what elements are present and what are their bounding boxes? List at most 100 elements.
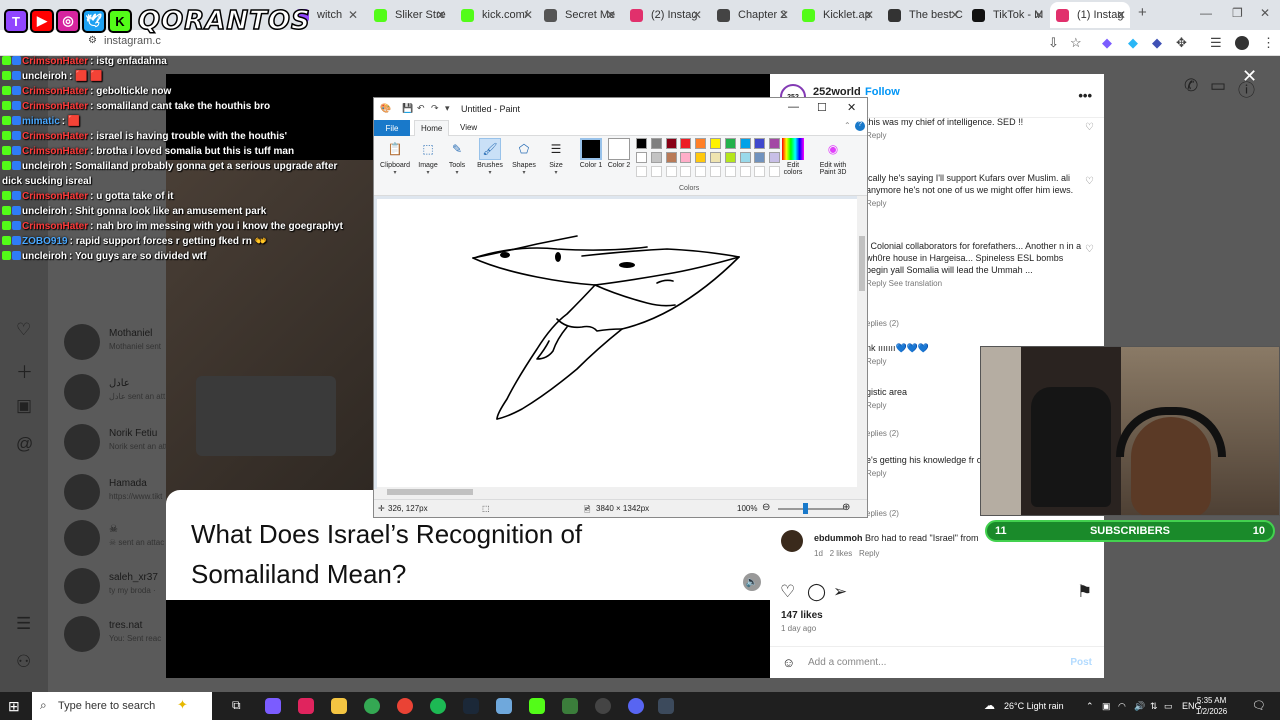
comment-input[interactable]: Add a comment... bbox=[808, 657, 886, 668]
color2-button[interactable]: Color 2 bbox=[606, 138, 632, 169]
comment-icon[interactable]: ◯ bbox=[807, 582, 826, 602]
custom-color-slot[interactable] bbox=[710, 166, 721, 177]
custom-color-slot[interactable] bbox=[724, 166, 736, 177]
like-comment-icon[interactable]: ♡ bbox=[1085, 244, 1094, 255]
color-swatch[interactable] bbox=[665, 138, 677, 149]
kick-icon[interactable] bbox=[529, 698, 545, 714]
edit-colors-button[interactable]: Edit colors bbox=[778, 138, 808, 176]
obs-icon[interactable] bbox=[595, 698, 611, 714]
chat-username[interactable]: CrimsonHater bbox=[22, 86, 88, 97]
tray-overflow-icon[interactable]: ⌃ bbox=[1086, 701, 1094, 712]
notifications-icon[interactable]: 🗨 bbox=[1252, 699, 1266, 712]
tab-secret[interactable]: Secret Me ✕ bbox=[538, 2, 620, 28]
new-tab-icon[interactable]: + bbox=[1138, 4, 1147, 21]
taskbar-search[interactable]: ⌕ Type here to search ✦ bbox=[32, 692, 212, 720]
minimize-icon[interactable]: — bbox=[788, 101, 799, 113]
clipboard-button[interactable]: 📋 Clipboard ▾ bbox=[378, 138, 412, 176]
network-icon[interactable]: ⇅ bbox=[1150, 701, 1158, 712]
file-explorer-icon[interactable] bbox=[331, 698, 347, 714]
chat-username[interactable]: uncleiroh bbox=[22, 206, 67, 217]
color1-button[interactable]: Color 1 bbox=[578, 138, 604, 169]
size-button[interactable]: ☰ Size ▾ bbox=[543, 138, 569, 176]
close-icon[interactable]: ✕ bbox=[523, 8, 533, 22]
emoji-icon[interactable]: ☺ bbox=[782, 655, 795, 670]
puzzle-icon[interactable]: ✥ bbox=[1176, 35, 1187, 51]
save-bookmark-icon[interactable]: ⚑ bbox=[1077, 582, 1092, 602]
list-item[interactable]: ☠ ☠ sent an attac bbox=[56, 516, 176, 564]
maximize-icon[interactable]: ☐ bbox=[817, 101, 827, 114]
windows-start-icon[interactable]: ⊞ bbox=[8, 698, 20, 715]
color-swatch[interactable] bbox=[739, 152, 751, 163]
close-icon[interactable]: ✕ bbox=[1116, 8, 1126, 22]
chat-username[interactable]: uncleiroh bbox=[22, 71, 67, 82]
color-swatch[interactable] bbox=[695, 152, 707, 163]
color-swatch[interactable] bbox=[724, 152, 736, 163]
steam-icon[interactable] bbox=[463, 698, 479, 714]
discord-icon[interactable] bbox=[628, 698, 644, 714]
color-swatch[interactable] bbox=[724, 138, 736, 149]
list-item[interactable]: Hamada https://www.tikt bbox=[56, 470, 176, 518]
custom-color-slot[interactable] bbox=[754, 166, 766, 177]
chat-username[interactable]: CrimsonHater bbox=[22, 146, 88, 157]
scrollbar-thumb[interactable] bbox=[387, 489, 473, 495]
chat-username[interactable]: uncleiroh bbox=[22, 251, 67, 262]
extension-icon[interactable]: ◆ bbox=[1102, 35, 1112, 51]
reading-list-icon[interactable]: ☰ bbox=[1210, 35, 1222, 51]
collapse-ribbon-icon[interactable]: ⌃ bbox=[844, 121, 851, 130]
scrollbar-thumb[interactable] bbox=[859, 236, 865, 291]
redo-icon[interactable]: ↷ bbox=[431, 103, 439, 114]
color-swatch[interactable] bbox=[754, 152, 766, 163]
taskbar-clock[interactable]: 5:35 AM 1/2/2026 bbox=[1196, 695, 1227, 717]
battery-icon[interactable]: ▭ bbox=[1164, 701, 1173, 712]
volume-icon[interactable]: 🔊 bbox=[1134, 701, 1145, 712]
app-icon[interactable] bbox=[496, 698, 512, 714]
profile-avatar[interactable] bbox=[1235, 36, 1249, 50]
app-icon[interactable] bbox=[298, 698, 314, 714]
tab-sliker[interactable]: Sliker Stre ✕ bbox=[368, 2, 450, 28]
zoom-in-icon[interactable]: ⊕ bbox=[842, 502, 850, 513]
task-view-icon[interactable]: ⧉ bbox=[232, 698, 248, 714]
minimize-icon[interactable]: — bbox=[1200, 6, 1212, 20]
dashboard-icon[interactable]: ▣ bbox=[16, 396, 32, 416]
custom-color-slot[interactable] bbox=[665, 166, 677, 177]
weather-icon[interactable]: ☁ bbox=[984, 699, 995, 712]
color-swatch[interactable] bbox=[695, 138, 707, 149]
close-icon[interactable]: ✕ bbox=[692, 8, 702, 22]
close-icon[interactable]: ✕ bbox=[864, 8, 874, 22]
file-menu[interactable]: File bbox=[374, 120, 410, 136]
chat-username[interactable]: CrimsonHater bbox=[22, 131, 88, 142]
list-item[interactable]: عادل عادل sent an att bbox=[56, 370, 176, 418]
close-icon[interactable]: ✕ bbox=[847, 101, 856, 114]
extension-icon[interactable]: ◆ bbox=[1128, 35, 1138, 51]
post-button[interactable]: Post bbox=[1070, 657, 1092, 668]
tab-view[interactable]: View bbox=[460, 123, 477, 132]
menu-icon[interactable]: ⋮ bbox=[1262, 35, 1275, 51]
tab-home[interactable]: Home bbox=[414, 120, 450, 136]
color-swatch[interactable] bbox=[680, 138, 692, 149]
horizontal-scrollbar[interactable] bbox=[377, 487, 857, 497]
close-icon[interactable]: ✕ bbox=[348, 8, 358, 22]
copilot-icon[interactable] bbox=[265, 698, 281, 714]
heart-icon[interactable]: ♡ bbox=[16, 320, 31, 340]
follow-button[interactable]: Follow bbox=[865, 86, 900, 98]
chat-username[interactable]: uncleiroh bbox=[22, 161, 67, 172]
list-item[interactable]: saleh_xr37 ty my broda · bbox=[56, 564, 176, 612]
chat-username[interactable]: ZOBO919 bbox=[22, 236, 68, 247]
color-swatch[interactable] bbox=[636, 138, 647, 149]
chat-username[interactable]: CrimsonHater bbox=[22, 101, 88, 112]
color-swatch[interactable] bbox=[650, 138, 662, 149]
zoom-slider[interactable] bbox=[778, 508, 844, 510]
chat-username[interactable]: CrimsonHater bbox=[22, 56, 88, 67]
brushes-button[interactable]: 🖌 Brushes ▾ bbox=[475, 138, 505, 176]
edit-paint3d-button[interactable]: ◉ Edit with Paint 3D bbox=[813, 138, 853, 176]
chat-username[interactable]: CrimsonHater bbox=[22, 191, 88, 202]
chat-username[interactable]: mimatic bbox=[22, 116, 60, 127]
mute-icon[interactable]: 🔈 bbox=[743, 573, 761, 591]
weather-text[interactable]: 26°C Light rain bbox=[1004, 701, 1064, 711]
window-close-icon[interactable]: ✕ bbox=[1260, 6, 1270, 20]
list-item[interactable]: Mothaniel Mothaniel sent bbox=[56, 320, 176, 368]
custom-color-slot[interactable] bbox=[650, 166, 662, 177]
meta-icon[interactable]: ⚇ bbox=[16, 652, 31, 672]
image-button[interactable]: ⬚ Image ▾ bbox=[416, 138, 440, 176]
install-icon[interactable]: ⇩ bbox=[1048, 35, 1059, 51]
